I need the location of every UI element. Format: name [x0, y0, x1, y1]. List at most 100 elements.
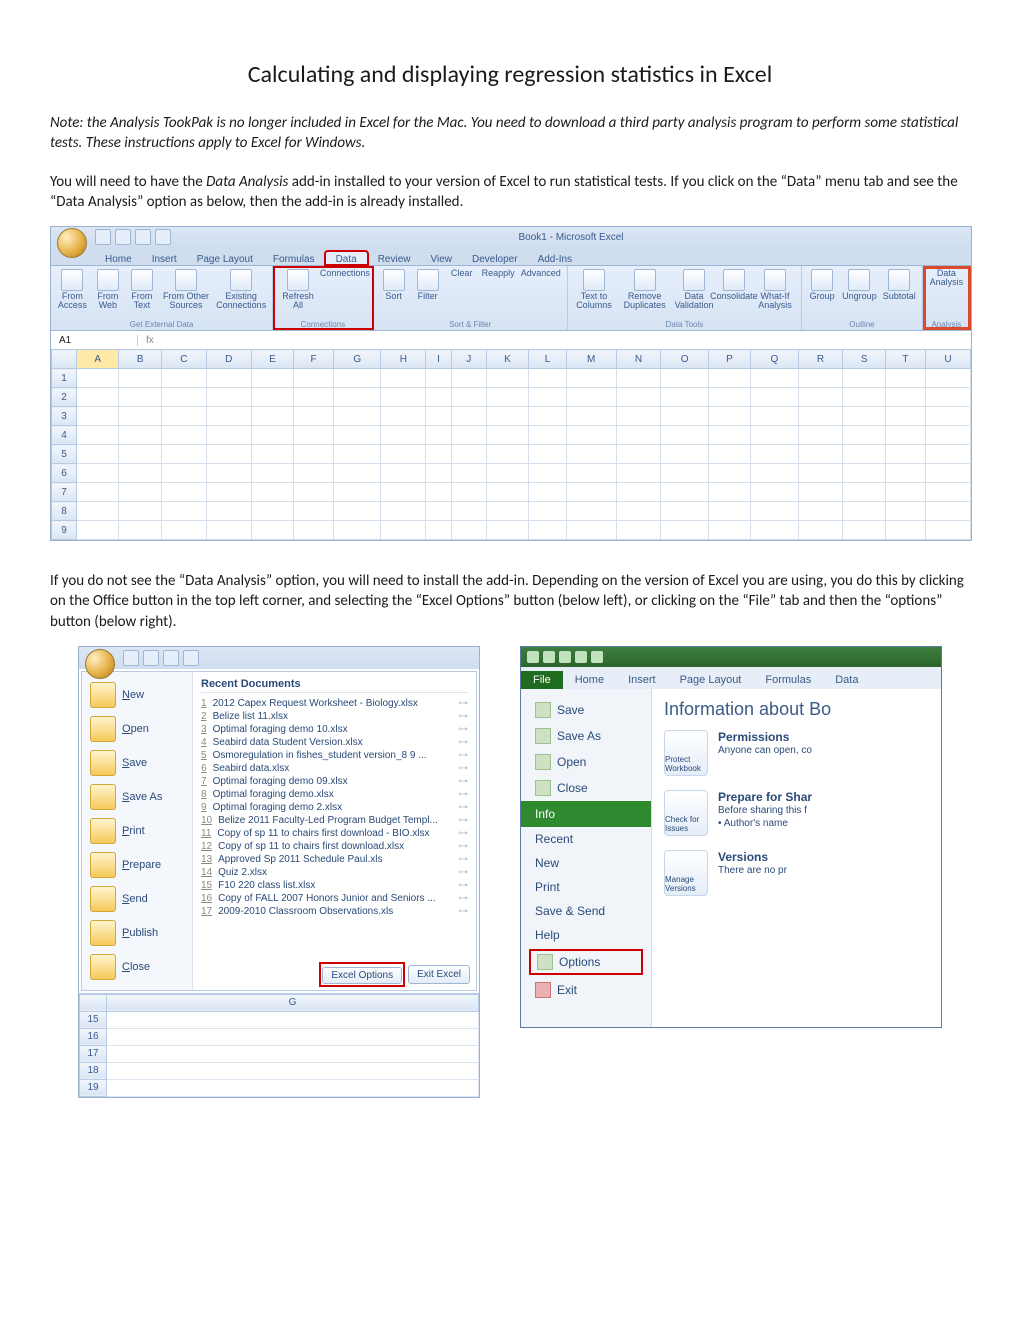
recent-document[interactable]: 7Optimal foraging demo 09.xlsx⊶ [201, 775, 468, 788]
cell[interactable] [119, 407, 161, 426]
cell[interactable] [426, 426, 451, 445]
tab-formulas[interactable]: Formulas [263, 252, 325, 265]
save-send-item[interactable]: Save & Send [521, 899, 651, 923]
col-header[interactable]: J [451, 350, 486, 369]
cell[interactable] [843, 445, 885, 464]
pin-icon[interactable]: ⊶ [458, 906, 468, 917]
cell[interactable] [925, 388, 970, 407]
cell[interactable] [486, 483, 528, 502]
cell[interactable] [616, 388, 661, 407]
col-header[interactable]: K [486, 350, 528, 369]
cell[interactable] [77, 502, 119, 521]
col-header[interactable]: L [529, 350, 567, 369]
cell[interactable] [708, 483, 750, 502]
cell[interactable] [708, 369, 750, 388]
cell[interactable] [529, 369, 567, 388]
cell[interactable] [251, 521, 293, 540]
cell[interactable] [451, 521, 486, 540]
cell[interactable] [426, 407, 451, 426]
cell[interactable] [925, 407, 970, 426]
pin-icon[interactable]: ⊶ [458, 802, 468, 813]
cell[interactable] [529, 464, 567, 483]
cell[interactable] [251, 407, 293, 426]
cell[interactable] [486, 464, 528, 483]
cell[interactable] [334, 407, 381, 426]
cell[interactable] [334, 502, 381, 521]
cell[interactable] [798, 483, 843, 502]
cell[interactable] [661, 426, 708, 445]
cell[interactable] [661, 369, 708, 388]
cell[interactable] [451, 369, 486, 388]
cell[interactable] [161, 388, 206, 407]
cell[interactable] [708, 426, 750, 445]
cell[interactable] [381, 407, 426, 426]
cell[interactable] [334, 369, 381, 388]
row-header[interactable]: 3 [52, 407, 77, 426]
cell[interactable] [107, 1011, 479, 1028]
info-item[interactable]: Info [521, 801, 651, 827]
tab-insert[interactable]: Insert [616, 671, 668, 689]
cell[interactable] [426, 445, 451, 464]
cell[interactable] [885, 426, 925, 445]
cell[interactable] [294, 464, 334, 483]
row-header[interactable]: 17 [80, 1045, 107, 1062]
cell[interactable] [925, 426, 970, 445]
cell[interactable] [119, 445, 161, 464]
pin-icon[interactable]: ⊶ [458, 815, 468, 826]
office-button[interactable] [57, 228, 87, 258]
row-header[interactable]: 8 [52, 502, 77, 521]
recent-document[interactable]: 8Optimal foraging demo.xlsx⊶ [201, 788, 468, 801]
cell[interactable] [206, 483, 251, 502]
check-for-issues-button[interactable]: Check for Issues [664, 790, 708, 836]
cell[interactable] [885, 388, 925, 407]
cell[interactable] [161, 426, 206, 445]
cell[interactable] [426, 369, 451, 388]
cell[interactable] [529, 407, 567, 426]
row-header[interactable]: 19 [80, 1079, 107, 1096]
from-access-button[interactable]: From Access [57, 269, 88, 310]
print-item[interactable]: Print [521, 875, 651, 899]
col-header[interactable]: G [334, 350, 381, 369]
cell[interactable] [661, 483, 708, 502]
excel-options-button[interactable]: Excel Options [322, 967, 402, 984]
recent-document[interactable]: 14Quiz 2.xlsx⊶ [201, 866, 468, 879]
cell[interactable] [294, 388, 334, 407]
pin-icon[interactable]: ⊶ [458, 854, 468, 865]
cell[interactable] [885, 464, 925, 483]
cell[interactable] [925, 445, 970, 464]
cell[interactable] [661, 521, 708, 540]
cell[interactable] [885, 369, 925, 388]
cell[interactable] [451, 502, 486, 521]
cell[interactable] [107, 1062, 479, 1079]
recent-document[interactable]: 16Copy of FALL 2007 Honors Junior and Se… [201, 892, 468, 905]
cell[interactable] [616, 483, 661, 502]
cell[interactable] [77, 521, 119, 540]
cell[interactable] [77, 407, 119, 426]
cell[interactable] [708, 502, 750, 521]
row-header[interactable]: 15 [80, 1011, 107, 1028]
cell[interactable] [843, 426, 885, 445]
office-menu-send[interactable]: Send [82, 882, 192, 916]
from-web-button[interactable]: From Web [94, 269, 122, 310]
col-header[interactable]: E [251, 350, 293, 369]
office-button[interactable] [85, 649, 115, 679]
cell[interactable] [381, 426, 426, 445]
cell[interactable] [751, 445, 798, 464]
cell[interactable] [451, 483, 486, 502]
pin-icon[interactable]: ⊶ [458, 750, 468, 761]
save-as-item[interactable]: Save As [521, 723, 651, 749]
cell[interactable] [529, 388, 567, 407]
recent-item[interactable]: Recent [521, 827, 651, 851]
cell[interactable] [798, 426, 843, 445]
cell[interactable] [798, 369, 843, 388]
cell[interactable] [566, 407, 616, 426]
cell[interactable] [206, 502, 251, 521]
cell[interactable] [161, 369, 206, 388]
cell[interactable] [381, 388, 426, 407]
options-item[interactable]: Options [529, 949, 643, 975]
cell[interactable] [426, 521, 451, 540]
cell[interactable] [566, 445, 616, 464]
cell[interactable] [451, 464, 486, 483]
advanced-button[interactable]: Advanced [521, 269, 561, 278]
cell[interactable] [451, 407, 486, 426]
